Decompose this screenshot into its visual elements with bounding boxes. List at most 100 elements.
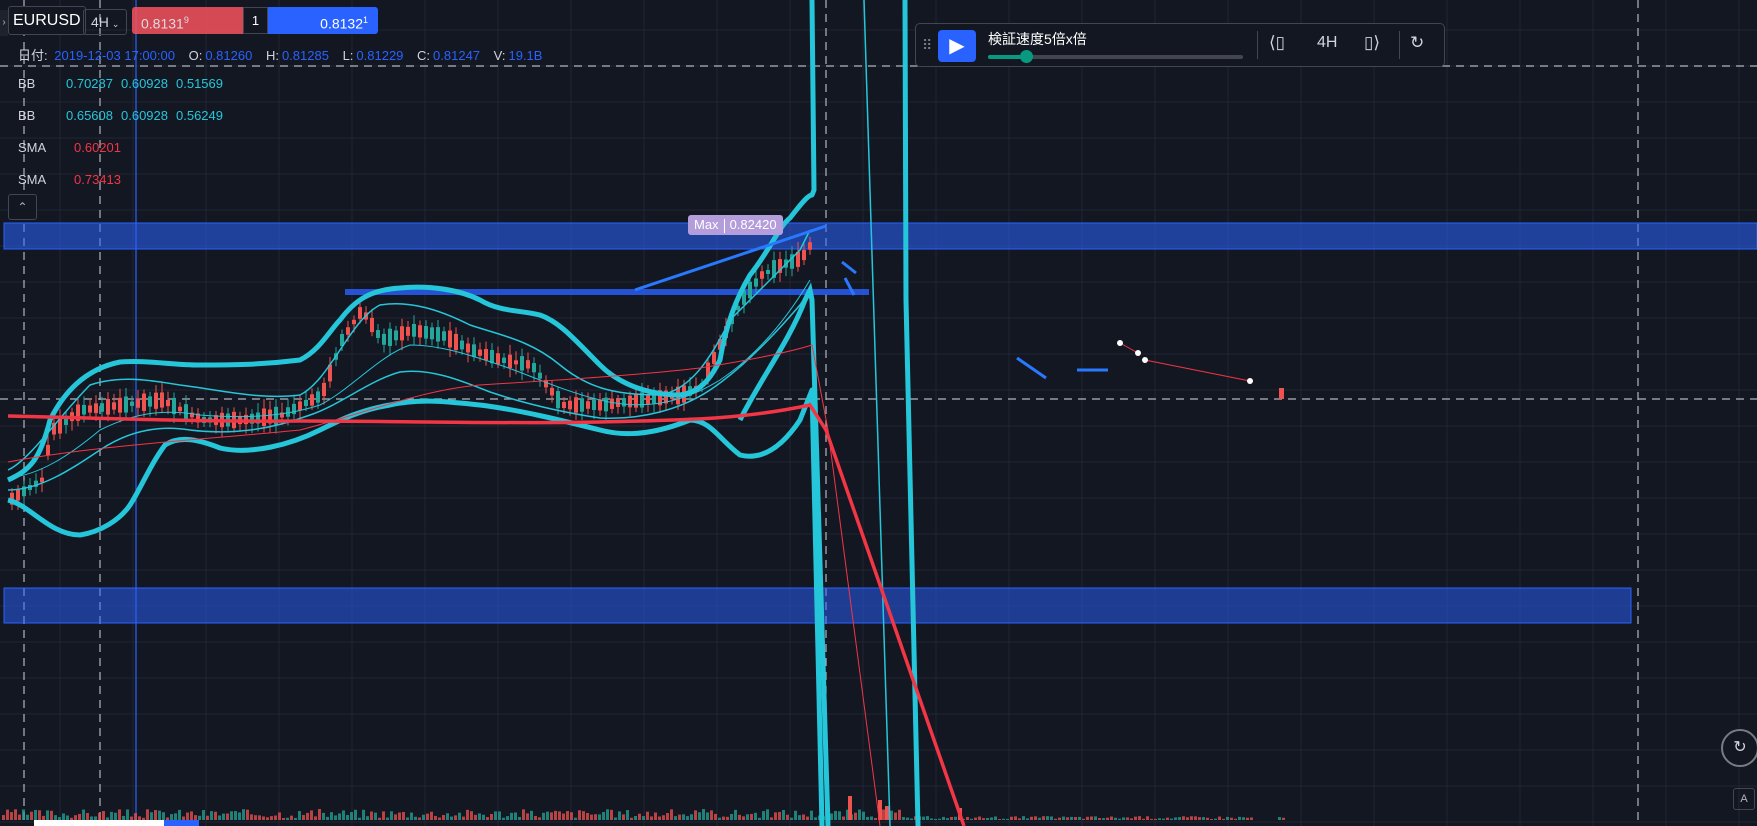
volume-bar: [454, 815, 457, 820]
step-forward-icon[interactable]: ▯⟩: [1364, 33, 1380, 53]
drag-handle-icon[interactable]: ⠿: [922, 37, 932, 54]
play-button[interactable]: ▶: [938, 30, 976, 62]
red-path-seg-2[interactable]: [1144, 359, 1251, 382]
bollinger-thin-right: [863, 0, 891, 826]
indicator-bb-2[interactable]: BB 0.65608 0.60928 0.56249: [18, 108, 231, 123]
volume-bar: [1182, 816, 1185, 820]
volume-bar: [1034, 816, 1037, 820]
volume-bar: [610, 809, 613, 820]
scroll-indicator-active[interactable]: [164, 820, 199, 826]
volume-bar: [378, 817, 381, 820]
volume-bar: [1214, 818, 1217, 820]
volume-bar: [542, 812, 545, 820]
candle: [424, 326, 428, 339]
volume-bar: [1146, 816, 1149, 820]
volume-bar: [718, 817, 721, 820]
volume-bar: [510, 812, 513, 820]
volume-bar: [1166, 817, 1169, 820]
symbol-button[interactable]: EURUSD: [8, 6, 86, 35]
high-value: 0.81285: [281, 48, 329, 63]
volume-bar: [638, 813, 641, 820]
volume-bar: [226, 813, 229, 820]
volume-bar: [566, 811, 569, 820]
volume-bar: [666, 813, 669, 820]
timeframe-button[interactable]: 4H ⌄: [83, 9, 128, 35]
horizontal-zone-line[interactable]: [345, 289, 869, 295]
replay-speed-knob[interactable]: [1020, 50, 1034, 63]
volume-bar: [606, 809, 609, 820]
volume-bar: [734, 809, 737, 820]
volume-bar: [646, 811, 649, 820]
volume-bar: [1198, 817, 1201, 820]
red-path-seg-1[interactable]: [1119, 342, 1139, 354]
indicator-sma-1[interactable]: SMA 0.60201: [18, 140, 121, 155]
volume-bar: [674, 816, 677, 820]
path-point[interactable]: [1142, 357, 1148, 363]
candle: [166, 399, 170, 407]
candle: [100, 403, 104, 412]
candle: [322, 382, 326, 397]
trend-line-small-3[interactable]: [1016, 356, 1047, 380]
buy-button[interactable]: 0.81321: [268, 7, 378, 34]
volume-bar: [978, 816, 981, 820]
jump-to-realtime-icon[interactable]: ↻: [1410, 33, 1424, 53]
scroll-indicator[interactable]: [34, 820, 164, 826]
volume-bar: [498, 811, 501, 820]
candle: [550, 387, 554, 396]
quantity-field[interactable]: 1: [243, 7, 268, 34]
volume-bar: [414, 816, 417, 820]
volume-bar: [1194, 816, 1197, 820]
indicator-sma-2[interactable]: SMA 0.73413: [18, 172, 121, 187]
volume-bar: [538, 817, 541, 820]
volume-bar: [386, 817, 389, 820]
replay-speed-slider[interactable]: [988, 50, 1243, 63]
volume-bar: [126, 809, 129, 820]
volume-bar: [546, 811, 549, 820]
jump-to-realtime-button[interactable]: ↻: [1721, 729, 1757, 767]
volume-bar: [974, 817, 977, 820]
volume-bar: [366, 816, 369, 820]
volume-bar: [798, 815, 801, 820]
collapse-legend-button[interactable]: ⌃: [8, 194, 37, 220]
indicator-bb-1[interactable]: BB 0.70287 0.60928 0.51569: [18, 76, 231, 91]
path-point[interactable]: [1117, 340, 1123, 346]
volume-bar: [314, 816, 317, 820]
volume-bar: [730, 813, 733, 820]
volume-bar: [114, 812, 117, 820]
path-point[interactable]: [1247, 378, 1253, 384]
volume-bar: [486, 817, 489, 820]
resistance-zone[interactable]: [3, 222, 1757, 250]
left-panel-toggle[interactable]: ›: [0, 10, 8, 36]
indicator-value: 0.65608: [66, 108, 113, 123]
sell-button[interactable]: 0.81319: [132, 7, 243, 34]
replay-timeframe-button[interactable]: 4H: [1317, 34, 1337, 52]
volume-bar: [406, 817, 409, 820]
path-point[interactable]: [1135, 350, 1141, 356]
volume-bar: [758, 817, 761, 820]
volume-bar: [754, 812, 757, 820]
step-back-icon[interactable]: ⟨▯: [1269, 33, 1285, 53]
candle: [178, 406, 182, 412]
candle: [592, 399, 596, 411]
volume-bar: [242, 809, 245, 820]
volume-bar: [322, 812, 325, 820]
candle: [526, 360, 530, 369]
volume-bar: [662, 815, 665, 820]
trend-line-small-1[interactable]: [841, 260, 857, 275]
volume-bar: [1278, 817, 1281, 820]
volume-bar: [650, 816, 653, 820]
volume-bar: [1102, 818, 1105, 820]
volume-bar: [714, 813, 717, 820]
volume-bar: [1158, 818, 1161, 820]
auto-scale-button[interactable]: A: [1733, 788, 1755, 810]
candle: [124, 396, 128, 413]
volume-bar: [206, 815, 209, 820]
price-chart[interactable]: [0, 0, 1757, 826]
candle: [40, 477, 44, 483]
volume-bar: [6, 809, 9, 820]
volume-bar: [910, 818, 913, 820]
volume-bar: [190, 811, 193, 820]
volume-bar: [230, 811, 233, 820]
candle: [748, 281, 752, 299]
volume-bar: [134, 813, 137, 820]
